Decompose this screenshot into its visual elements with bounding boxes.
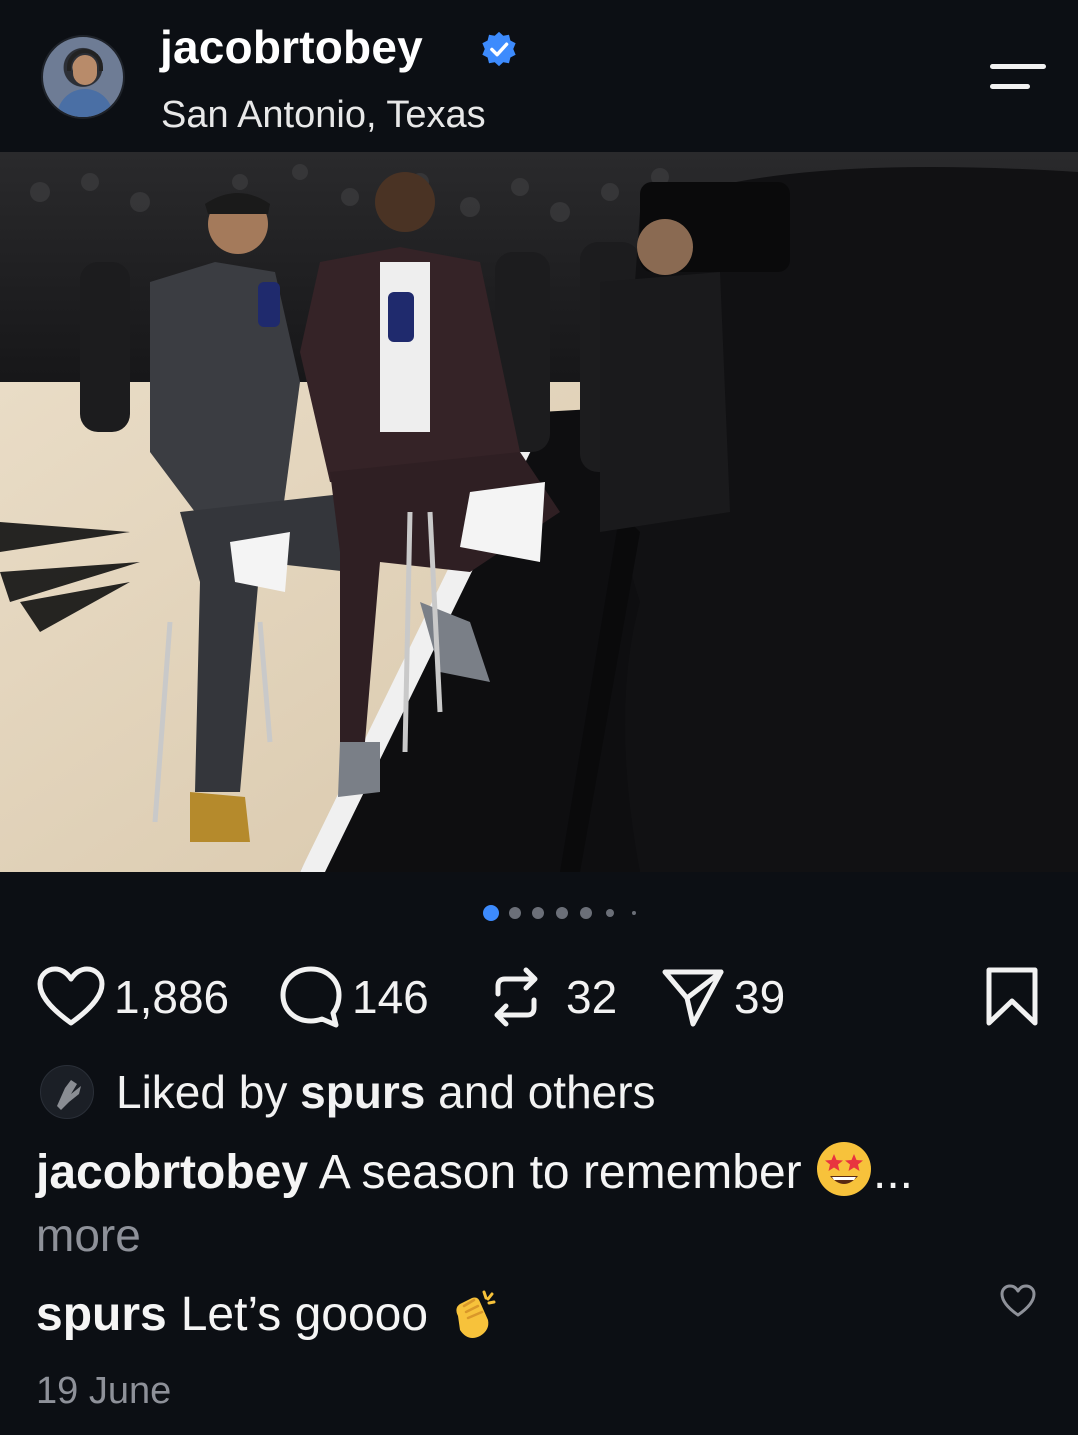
carousel-indicator: [0, 905, 1078, 923]
liked-by-prefix: Liked by: [116, 1066, 301, 1118]
post-actions: 1,886 146 32 39: [0, 955, 1078, 1039]
caption-username[interactable]: jacobrtobey: [36, 1146, 308, 1199]
top-comment: spurs Let’s goooo: [36, 1286, 500, 1342]
share-count[interactable]: 39: [734, 970, 785, 1024]
post-date: 19 June: [36, 1370, 172, 1412]
heart-icon[interactable]: [36, 965, 106, 1029]
carousel-dot: [632, 911, 636, 915]
bookmark-icon[interactable]: [984, 965, 1040, 1029]
menu-icon[interactable]: [988, 60, 1048, 96]
post-caption: jacobrtobey A season to remember ...: [36, 1140, 1036, 1202]
caption-ellipsis: ...: [873, 1146, 914, 1199]
star-struck-emoji-icon: [817, 1142, 871, 1196]
like-action[interactable]: 1,886: [36, 955, 229, 1039]
liked-by-row[interactable]: Liked by spurs and others: [40, 1062, 656, 1122]
caption-text: A season to remember: [318, 1146, 802, 1199]
carousel-dot-active: [483, 905, 499, 921]
spurs-logo-icon: [57, 1080, 81, 1110]
post-photo[interactable]: [0, 152, 1078, 872]
comment-text: Let’s goooo: [180, 1287, 429, 1341]
photo-illustration: [0, 152, 1078, 872]
share-action[interactable]: 39: [660, 955, 785, 1039]
comment-icon[interactable]: [278, 964, 344, 1030]
save-action[interactable]: [984, 955, 1040, 1039]
carousel-dot: [532, 907, 544, 919]
post-header: jacobrtobey San Antonio, Texas: [0, 0, 1078, 152]
repost-action[interactable]: 32: [486, 955, 617, 1039]
comment-username[interactable]: spurs: [36, 1287, 167, 1342]
repost-count[interactable]: 32: [566, 970, 617, 1024]
liked-by-suffix: and others: [425, 1066, 656, 1118]
spurs-avatar[interactable]: [40, 1065, 94, 1119]
caption-more-link[interactable]: more: [36, 1208, 141, 1262]
comment-action[interactable]: 146: [278, 955, 429, 1039]
carousel-dot: [606, 909, 614, 917]
clapping-hands-emoji-icon: [456, 1290, 496, 1338]
author-avatar[interactable]: [41, 35, 125, 119]
carousel-dot: [556, 907, 568, 919]
author-username[interactable]: jacobrtobey: [160, 20, 423, 74]
like-count[interactable]: 1,886: [114, 970, 229, 1024]
liked-by-username[interactable]: spurs: [300, 1066, 425, 1118]
post-location[interactable]: San Antonio, Texas: [161, 94, 486, 137]
verified-badge-icon: [482, 31, 516, 67]
send-icon[interactable]: [660, 964, 726, 1030]
repost-icon[interactable]: [486, 964, 546, 1030]
comment-like-heart-icon[interactable]: [1000, 1284, 1036, 1320]
liked-by-text: Liked by spurs and others: [116, 1065, 656, 1119]
carousel-dot: [509, 907, 521, 919]
carousel-dot: [580, 907, 592, 919]
comment-count[interactable]: 146: [352, 970, 429, 1024]
